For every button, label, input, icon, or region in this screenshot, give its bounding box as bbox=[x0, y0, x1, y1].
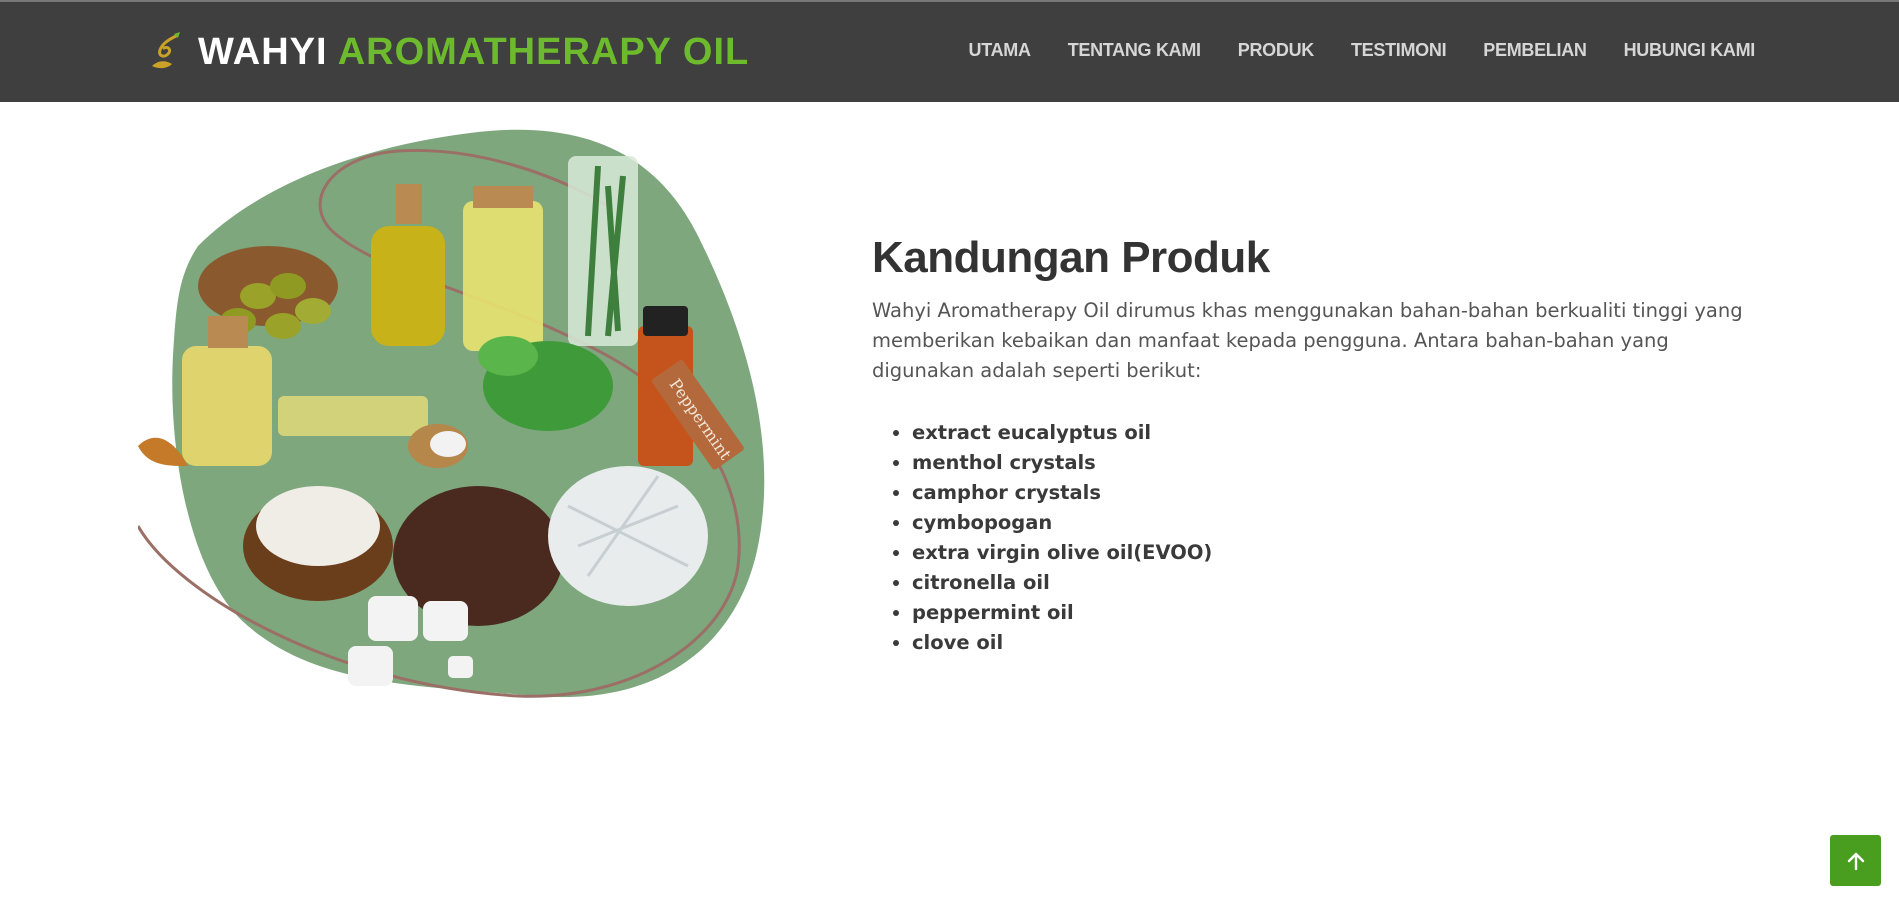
list-item: citronella oil bbox=[912, 568, 1752, 598]
main-nav: UTAMA TENTANG KAMI PRODUK TESTIMONI PEMB… bbox=[969, 40, 1756, 61]
brand-accent: AROMATHERAPY OIL bbox=[337, 30, 750, 73]
nav-utama[interactable]: UTAMA bbox=[969, 40, 1031, 61]
nav-hubungi-kami[interactable]: HUBUNGI KAMI bbox=[1624, 40, 1756, 61]
product-description: Wahyi Aromatherapy Oil dirumus khas meng… bbox=[872, 299, 1743, 382]
page-title: Kandungan Produk bbox=[872, 233, 1270, 282]
list-item: extract eucalyptus oil bbox=[912, 418, 1752, 448]
list-item: clove oil bbox=[912, 628, 1752, 658]
list-item: extra virgin olive oil(EVOO) bbox=[912, 538, 1752, 568]
brand-name: WAHYI AROMATHERAPY OIL bbox=[198, 31, 749, 74]
arrow-up-icon bbox=[1847, 852, 1864, 870]
list-item: peppermint oil bbox=[912, 598, 1752, 628]
nav-pembelian[interactable]: PEMBELIAN bbox=[1483, 40, 1587, 61]
brand-main: WAHYI bbox=[198, 30, 328, 73]
nav-produk[interactable]: PRODUK bbox=[1238, 40, 1315, 61]
brand[interactable]: WAHYI AROMATHERAPY OIL bbox=[146, 30, 749, 74]
list-item: cymbopogan bbox=[912, 508, 1752, 538]
nav-testimoni[interactable]: TESTIMONI bbox=[1351, 40, 1447, 61]
product-content: Kandungan Produk Wahyi Aromatherapy Oil … bbox=[872, 228, 1752, 658]
back-to-top-button[interactable] bbox=[1830, 835, 1881, 886]
ingredient-list: extract eucalyptus oil menthol crystals … bbox=[912, 418, 1752, 658]
list-item: menthol crystals bbox=[912, 448, 1752, 478]
nav-tentang-kami[interactable]: TENTANG KAMI bbox=[1068, 40, 1201, 61]
list-item: camphor crystals bbox=[912, 478, 1752, 508]
site-header: WAHYI AROMATHERAPY OIL UTAMA TENTANG KAM… bbox=[0, 2, 1899, 102]
leaf-swirl-logo-icon bbox=[152, 32, 180, 69]
ingredients-image: Peppermint bbox=[138, 129, 765, 698]
